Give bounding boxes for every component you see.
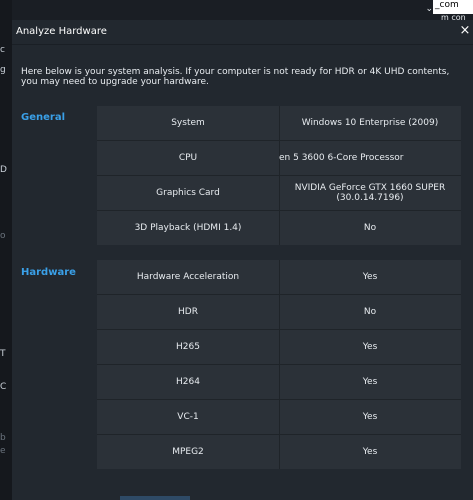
background-fragment: o [0, 231, 6, 241]
background-fragment: T [0, 349, 6, 359]
background-fragment: e [0, 446, 6, 456]
chevron-down-icon: ⌄ [425, 4, 433, 14]
close-icon: × [459, 23, 471, 38]
row-name: 3D Playback (HDMI 1.4) [97, 211, 280, 245]
intro-text: Here below is your system analysis. If y… [21, 67, 450, 87]
analyze-hardware-dialog: Analyze Hardware × Here below is your sy… [12, 20, 473, 500]
row-value: en 5 3600 6-Core Processor [279, 153, 404, 163]
row-name: VC-1 [97, 400, 280, 434]
table-row: CPU en 5 3600 6-Core Processor [97, 141, 461, 176]
row-value: NVIDIA GeForce GTX 1660 SUPER (30.0.14.7… [294, 183, 446, 203]
table-row: H264 Yes [97, 365, 461, 400]
dialog-title: Analyze Hardware [16, 26, 107, 37]
background-fragment: _com [435, 0, 459, 10]
dialog-title-bar: Analyze Hardware × [12, 20, 473, 44]
table-row: Hardware Acceleration Yes [97, 260, 461, 295]
row-name: HDR [97, 295, 280, 329]
hardware-table: Hardware Acceleration Yes HDR No H265 Ye… [97, 260, 461, 469]
close-button[interactable]: × [459, 23, 471, 39]
background-fragment: b [0, 433, 6, 443]
table-row: System Windows 10 Enterprise (2009) [97, 106, 461, 141]
row-value: Yes [362, 342, 378, 352]
row-name: Graphics Card [97, 176, 280, 210]
row-name: H264 [97, 365, 280, 399]
row-value: Yes [362, 377, 378, 387]
row-value: Yes [362, 447, 378, 457]
background-fragment: g [0, 65, 6, 75]
table-row: Graphics Card NVIDIA GeForce GTX 1660 SU… [97, 176, 461, 211]
general-table: System Windows 10 Enterprise (2009) CPU … [97, 106, 461, 245]
row-value: No [363, 307, 377, 317]
scroll-hint [120, 496, 190, 500]
row-name: MPEG2 [97, 435, 280, 469]
row-value: Windows 10 Enterprise (2009) [301, 118, 439, 128]
table-row: H265 Yes [97, 330, 461, 365]
background-fragment: C [0, 382, 7, 392]
row-name: H265 [97, 330, 280, 364]
table-row: HDR No [97, 295, 461, 330]
row-name: System [97, 106, 280, 140]
row-value: No [363, 223, 377, 233]
background-app-top-right: _com [433, 0, 473, 14]
row-value: Yes [362, 272, 378, 282]
row-name: Hardware Acceleration [97, 260, 280, 294]
section-label-hardware: Hardware [21, 267, 76, 278]
row-value: Yes [362, 412, 378, 422]
title-divider [12, 44, 473, 45]
table-row: 3D Playback (HDMI 1.4) No [97, 211, 461, 245]
background-fragment: D [0, 165, 7, 175]
table-row: VC-1 Yes [97, 400, 461, 435]
background-app-left-edge: c g D o T C b e [0, 0, 12, 500]
background-fragment: c [0, 45, 5, 55]
row-name: CPU [97, 141, 280, 175]
section-label-general: General [21, 112, 65, 123]
table-row: MPEG2 Yes [97, 435, 461, 469]
